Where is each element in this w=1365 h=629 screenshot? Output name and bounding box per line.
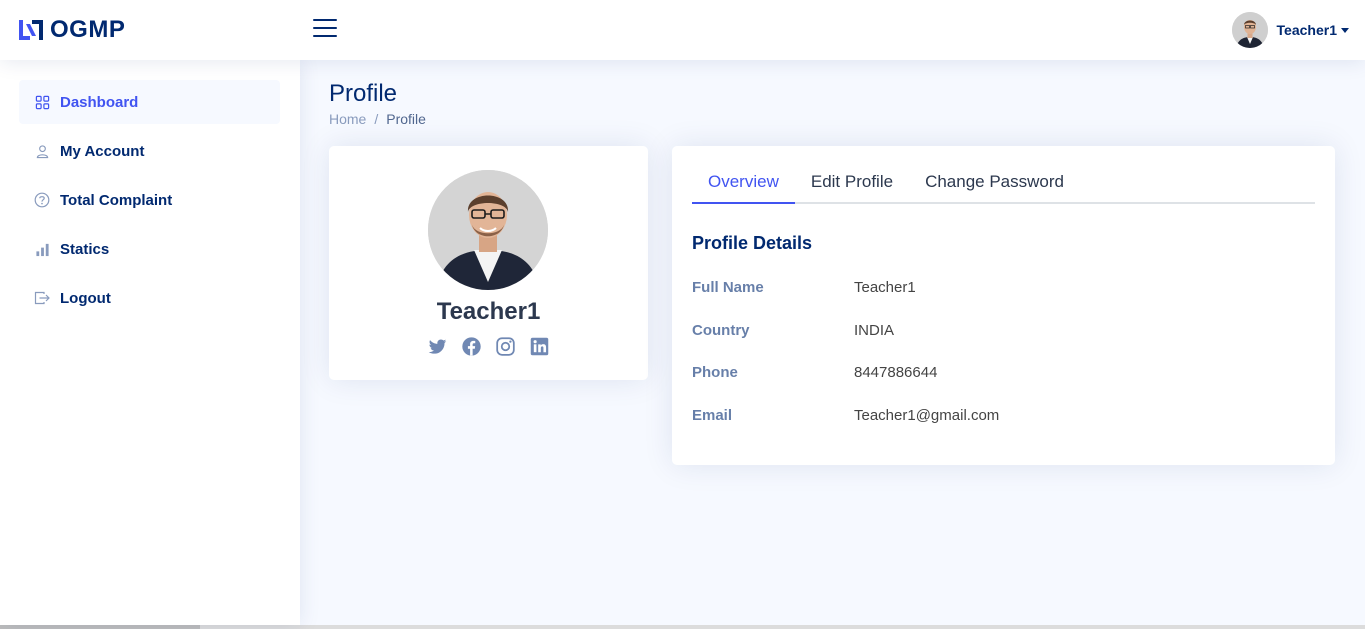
tab-overview[interactable]: Overview [692,164,795,204]
user-dropdown[interactable]: Teacher1 [1231,12,1349,48]
bar-chart-icon [34,241,50,257]
twitter-icon[interactable] [427,336,448,357]
brand-name: OGMP [50,16,126,43]
profile-details-card: Overview Edit Profile Change Password Pr… [672,146,1335,465]
user-name: Teacher1 [1277,22,1349,38]
sidebar: Dashboard My Account Total Complaint Sta… [0,60,300,625]
sidebar-item-statics[interactable]: Statics [19,227,280,271]
detail-row-country: Country INDIA [692,322,1292,339]
tab-change-password[interactable]: Change Password [909,164,1080,204]
tab-edit-profile[interactable]: Edit Profile [795,164,909,204]
detail-value: INDIA [854,322,895,339]
caret-down-icon [1341,28,1349,33]
hamburger-line [313,35,337,37]
instagram-icon[interactable] [495,336,516,357]
detail-row-phone: Phone 8447886644 [692,364,1292,381]
sidebar-item-label: Logout [60,289,111,307]
user-name-label: Teacher1 [1276,22,1337,38]
box-arrow-right-icon [34,290,50,306]
sidebar-item-label: My Account [60,142,145,160]
detail-label: Full Name [692,279,764,296]
breadcrumb: Home / Profile [329,111,426,127]
sidebar-item-label: Statics [60,240,110,258]
profile-photo [428,170,548,290]
breadcrumb-separator: / [374,111,379,127]
page-title: Profile [329,80,398,107]
sidebar-item-label: Dashboard [60,93,139,111]
detail-value: 8447886644 [854,364,938,381]
grid-icon [34,94,50,110]
social-links [329,336,648,357]
profile-name: Teacher1 [436,298,541,325]
detail-value: Teacher1 [854,279,916,296]
profile-image [428,170,548,290]
detail-value: Teacher1@gmail.com [854,407,1000,424]
breadcrumb-home-link[interactable]: Home [329,111,366,127]
detail-label: Email [692,407,733,424]
sidebar-item-logout[interactable]: Logout [19,276,280,320]
hamburger-line [313,27,337,29]
detail-label: Country [692,322,750,339]
avatar-image [1231,12,1268,48]
facebook-icon[interactable] [461,336,482,357]
avatar [1231,12,1268,48]
profile-tabs: Overview Edit Profile Change Password [692,164,1315,204]
sidebar-item-my-account[interactable]: My Account [19,129,280,173]
sidebar-item-dashboard[interactable]: Dashboard [19,80,280,124]
profile-details-title: Profile Details [692,233,813,253]
question-circle-icon [34,192,50,208]
top-header: OGMP Teacher1 [0,0,1365,60]
logo[interactable]: OGMP [18,15,125,45]
breadcrumb-current: Profile [386,111,426,127]
detail-row-full-name: Full Name Teacher1 [692,279,1292,296]
sidebar-item-total-complaint[interactable]: Total Complaint [19,178,280,222]
hamburger-line [313,19,337,21]
scrollbar-thumb[interactable] [0,625,200,629]
sidebar-item-label: Total Complaint [60,191,173,209]
toggle-sidebar-button[interactable] [313,19,337,41]
main-content: Profile Home / Profile Teacher1 Overview… [300,60,1365,625]
profile-card: Teacher1 [329,146,648,380]
person-icon [34,143,50,159]
horizontal-scrollbar[interactable] [0,625,1365,629]
logo-icon [19,20,43,40]
detail-label: Phone [692,364,738,381]
linkedin-icon[interactable] [529,336,550,357]
detail-row-email: Email Teacher1@gmail.com [692,407,1292,424]
